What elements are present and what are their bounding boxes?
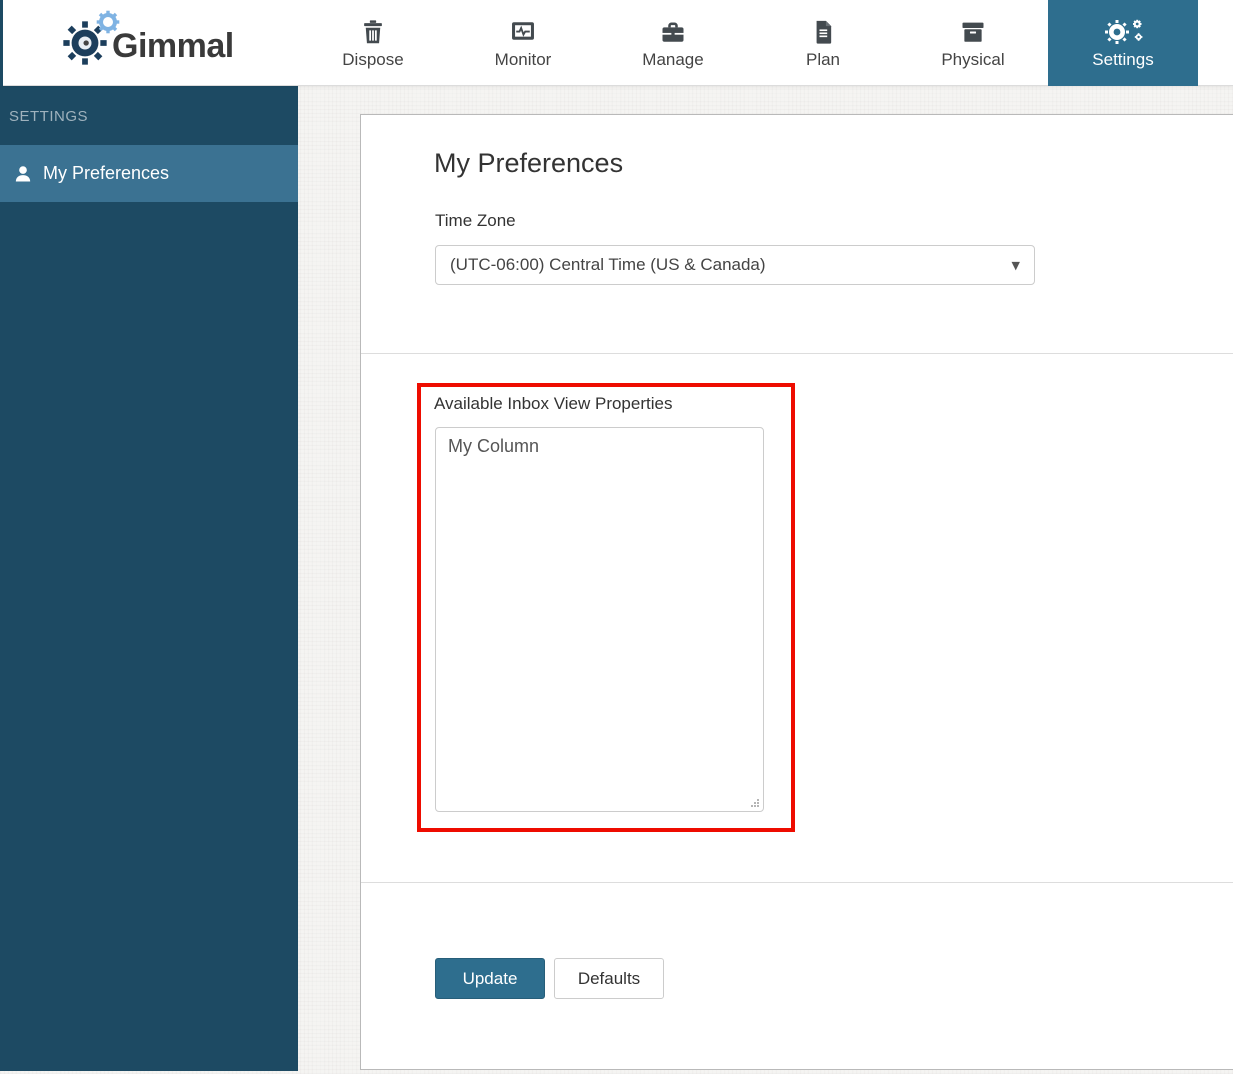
settings-sidebar: SETTINGS My Preferences — [0, 86, 298, 1071]
gimmal-logo-gears-icon — [62, 10, 120, 68]
left-edge-strip — [0, 0, 3, 86]
preferences-panel: My Preferences Time Zone (UTC-06:00) Cen… — [360, 114, 1233, 1070]
sidebar-item-label: My Preferences — [43, 163, 170, 183]
section-divider — [361, 882, 1233, 883]
defaults-button[interactable]: Defaults — [554, 958, 664, 999]
section-divider — [361, 353, 1233, 354]
listbox-option-my-column[interactable]: My Column — [436, 428, 763, 465]
nav-label: Plan — [805, 49, 841, 69]
inbox-properties-listbox[interactable]: My Column — [435, 427, 764, 812]
chevron-down-icon: ▼ — [1011, 258, 1020, 272]
sidebar-item-my-preferences[interactable]: My Preferences — [0, 145, 298, 202]
nav-item-dispose[interactable]: Dispose — [298, 0, 448, 86]
nav-label: Manage — [642, 49, 704, 69]
nav-item-plan[interactable]: Plan — [748, 0, 898, 86]
page-title: My Preferences — [434, 148, 624, 178]
monitor-icon — [508, 17, 538, 47]
primary-nav: Dispose Monitor Manage Plan Physical Set… — [298, 0, 1198, 86]
form-actions: Update Defaults — [435, 958, 664, 999]
trash-icon — [358, 17, 388, 47]
document-icon — [808, 17, 838, 47]
gimmal-logo[interactable]: Gimmal — [62, 10, 234, 68]
nav-label: Dispose — [342, 49, 404, 69]
brand-name: Gimmal — [112, 27, 234, 65]
resize-grip-icon[interactable] — [750, 798, 760, 808]
nav-item-settings[interactable]: Settings — [1048, 0, 1198, 86]
briefcase-icon — [658, 17, 688, 47]
person-icon — [13, 164, 33, 184]
timezone-selected-value: (UTC-06:00) Central Time (US & Canada) — [450, 255, 766, 274]
timezone-label: Time Zone — [435, 211, 516, 230]
inbox-properties-label: Available Inbox View Properties — [434, 394, 673, 413]
nav-item-monitor[interactable]: Monitor — [448, 0, 598, 86]
sidebar-section-label: SETTINGS — [9, 108, 89, 125]
nav-label: Monitor — [494, 49, 552, 69]
nav-item-physical[interactable]: Physical — [898, 0, 1048, 86]
gears-icon — [1102, 17, 1144, 47]
nav-label: Settings — [1092, 49, 1154, 69]
update-button[interactable]: Update — [435, 958, 545, 999]
top-header: Gimmal Dispose Monitor Manage Plan Physi… — [0, 0, 1233, 86]
nav-label: Physical — [941, 49, 1005, 69]
nav-item-manage[interactable]: Manage — [598, 0, 748, 86]
timezone-select[interactable]: (UTC-06:00) Central Time (US & Canada) ▼ — [435, 245, 1035, 285]
archive-box-icon — [958, 17, 988, 47]
